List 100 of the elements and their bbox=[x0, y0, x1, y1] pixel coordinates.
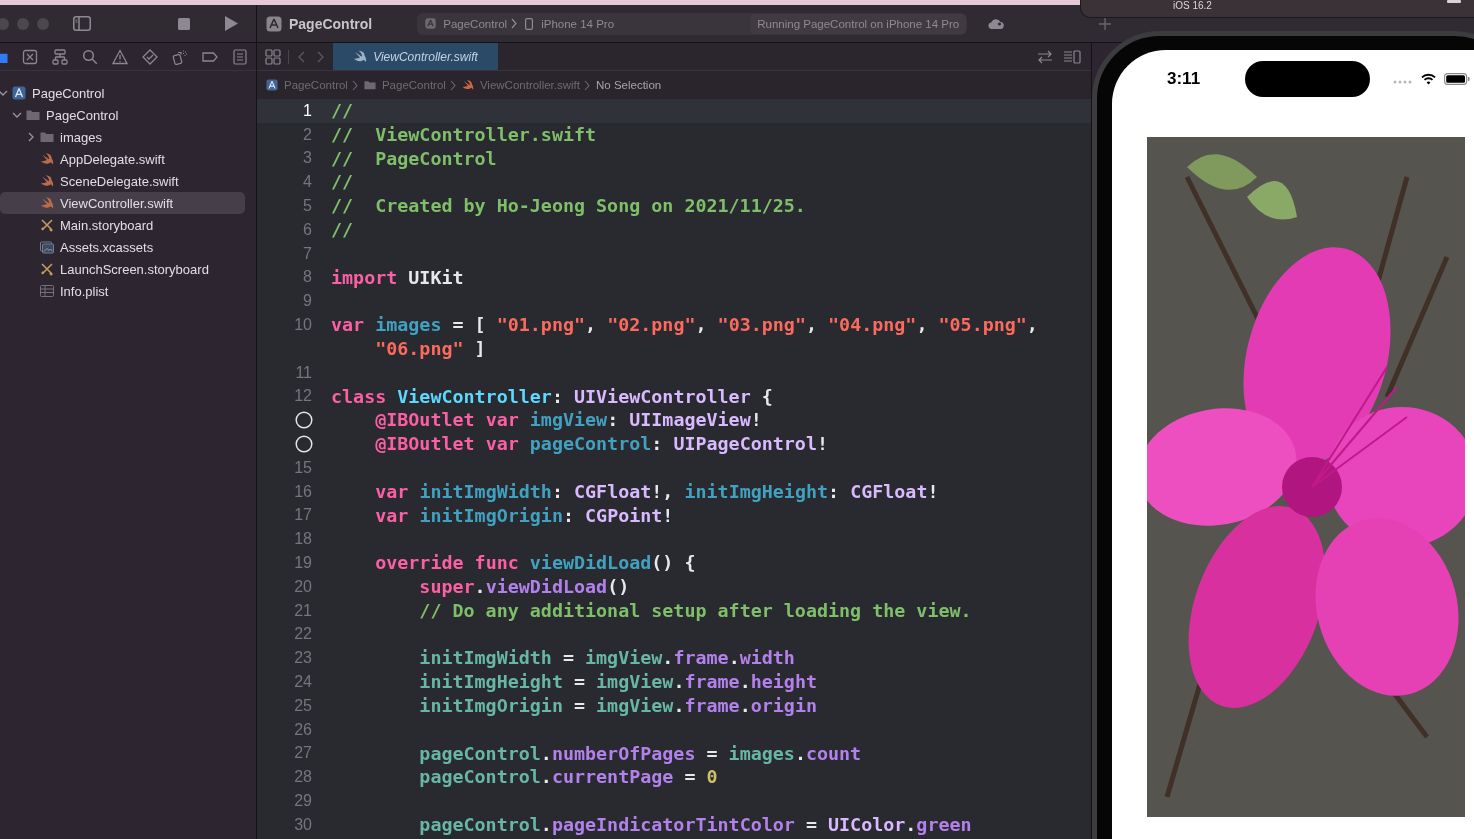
sidebar-toggle-icon[interactable] bbox=[73, 16, 91, 31]
line-number: 1 bbox=[303, 101, 312, 120]
line-number: 30 bbox=[294, 815, 312, 834]
line-number: 21 bbox=[294, 601, 312, 620]
line-number: 8 bbox=[303, 268, 312, 287]
swift-icon bbox=[461, 79, 474, 91]
list-icon[interactable] bbox=[232, 48, 248, 65]
status-time: 3:11 bbox=[1167, 69, 1201, 89]
file-tree-item[interactable]: Assets.xcassets bbox=[0, 236, 245, 258]
line-number: 2 bbox=[303, 125, 312, 144]
storyboard-icon bbox=[40, 262, 54, 276]
app-icon bbox=[12, 86, 26, 100]
folder-icon bbox=[40, 130, 54, 144]
project-title: PageControl bbox=[289, 15, 373, 32]
app-icon bbox=[266, 79, 278, 91]
code-line: // bbox=[331, 218, 354, 242]
line-number: 22 bbox=[294, 625, 312, 644]
file-tree-item[interactable]: SceneDelegate.swift bbox=[0, 170, 245, 192]
file-tree-item[interactable]: LaunchScreen.storyboard bbox=[0, 258, 245, 280]
code-line: initImgOrigin = imgView.frame.origin bbox=[419, 693, 817, 718]
wifi-icon bbox=[1421, 73, 1437, 85]
line-number: 27 bbox=[294, 744, 312, 763]
hierarchy-icon[interactable] bbox=[52, 48, 68, 65]
line-number: 15 bbox=[294, 458, 312, 477]
chevron-icon bbox=[351, 79, 358, 91]
code-line: var initImgWidth: CGFloat!, initImgHeight: CGFloat! bbox=[375, 479, 939, 504]
line-number: 23 bbox=[294, 649, 312, 668]
code-line: override func viewDidLoad() { bbox=[375, 551, 696, 575]
line-number: 11 bbox=[295, 363, 312, 382]
phone-icon bbox=[525, 17, 534, 30]
grid-icon[interactable] bbox=[265, 48, 281, 65]
line-number: 20 bbox=[294, 577, 312, 596]
diamond-icon[interactable] bbox=[142, 48, 158, 65]
editor-options-icon[interactable] bbox=[1063, 49, 1081, 64]
stop-icon[interactable] bbox=[178, 17, 190, 30]
editor-tab[interactable]: ViewController.swift bbox=[333, 43, 498, 70]
line-number: 9 bbox=[303, 292, 312, 311]
table-icon bbox=[40, 284, 54, 298]
file-tree-item[interactable]: PageControl bbox=[0, 82, 245, 104]
chevron-icon[interactable] bbox=[28, 132, 34, 142]
chevron-icon bbox=[449, 79, 456, 91]
x-square-icon[interactable] bbox=[22, 48, 38, 65]
breadcrumb-item[interactable]: No Selection bbox=[596, 79, 662, 91]
file-tree-item[interactable]: ViewController.swift bbox=[0, 192, 245, 214]
chevron-icon[interactable] bbox=[12, 112, 22, 118]
scheme-button[interactable]: PageControl bbox=[417, 17, 508, 30]
file-tree-item[interactable]: PageControl bbox=[0, 104, 245, 126]
play-icon[interactable] bbox=[225, 16, 238, 31]
line-number: 16 bbox=[294, 482, 312, 501]
code-line: // bbox=[331, 170, 354, 195]
code-line: pageControl.numberOfPages = images.count bbox=[419, 741, 862, 766]
plus-icon[interactable] bbox=[1099, 17, 1112, 30]
simulator-subtitle: iOS 16.2 bbox=[1173, 0, 1212, 11]
code-line: super.viewDidLoad() bbox=[419, 574, 630, 599]
line-number: 29 bbox=[294, 792, 312, 810]
code-line: pageControl.pageIndicatorTintColor = UIColor.green bbox=[419, 812, 972, 837]
code-line: import UIKit bbox=[331, 265, 464, 290]
app-icon bbox=[425, 18, 437, 29]
file-tree-item[interactable]: AppDelegate.swift bbox=[0, 148, 245, 170]
code-line: var initImgOrigin: CGPoint! bbox=[375, 503, 674, 528]
code-line: @IBOutlet var pageControl: UIPageControl! bbox=[375, 432, 828, 456]
file-tree-item[interactable]: Main.storyboard bbox=[0, 214, 245, 236]
warning-icon[interactable] bbox=[112, 48, 128, 65]
chevron-icon[interactable] bbox=[0, 90, 8, 96]
battery-icon bbox=[1444, 73, 1471, 85]
forward-icon[interactable] bbox=[317, 50, 324, 63]
code-line: // ViewController.swift bbox=[331, 122, 597, 147]
line-number: 4 bbox=[303, 173, 312, 192]
folder-icon bbox=[26, 108, 40, 122]
cloud-icon[interactable] bbox=[987, 18, 1005, 29]
chevron-icon bbox=[511, 18, 518, 29]
swap-arrows-icon[interactable] bbox=[1037, 49, 1053, 64]
search-icon[interactable] bbox=[82, 48, 98, 65]
connection-circle-icon[interactable] bbox=[295, 411, 313, 430]
file-tree-item[interactable]: images bbox=[0, 126, 245, 148]
file-tree-item[interactable]: Info.plist bbox=[0, 280, 245, 302]
activity-status: Running PageControl on iPhone 14 Pro bbox=[750, 13, 967, 34]
code-line: class ViewController: UIViewController { bbox=[331, 384, 773, 409]
spray-icon[interactable] bbox=[172, 48, 188, 65]
line-number: 10 bbox=[294, 316, 312, 335]
code-line: var images = [ "01.png", "02.png", "03.png", "04.png", "05.png", "06.png" ] bbox=[331, 313, 1038, 361]
code-line: // bbox=[331, 99, 354, 123]
back-icon[interactable] bbox=[298, 50, 305, 63]
destination-button[interactable]: iPhone 14 Pro bbox=[525, 17, 615, 30]
code-line: // PageControl bbox=[331, 146, 497, 171]
code-line: // Do any additional setup after loading the view. bbox=[419, 598, 972, 623]
code-line: // Created by Ho-Jeong Song on 2021/11/25. bbox=[331, 194, 806, 218]
swift-icon bbox=[353, 50, 368, 63]
code-line: initImgWidth = imgView.frame.width bbox=[419, 646, 795, 671]
line-number: 17 bbox=[294, 506, 312, 525]
line-number: 28 bbox=[294, 768, 312, 787]
line-number: 24 bbox=[294, 673, 312, 691]
app-icon bbox=[266, 15, 282, 32]
toolbar-button-icon[interactable] bbox=[1447, 0, 1461, 4]
connection-circle-icon[interactable] bbox=[295, 435, 313, 454]
image-stack-icon bbox=[40, 240, 54, 254]
swift-icon bbox=[40, 196, 54, 210]
code-line: @IBOutlet var imgView: UIImageView! bbox=[375, 408, 762, 433]
line-number: 7 bbox=[303, 244, 312, 263]
line-number: 25 bbox=[294, 696, 312, 715]
